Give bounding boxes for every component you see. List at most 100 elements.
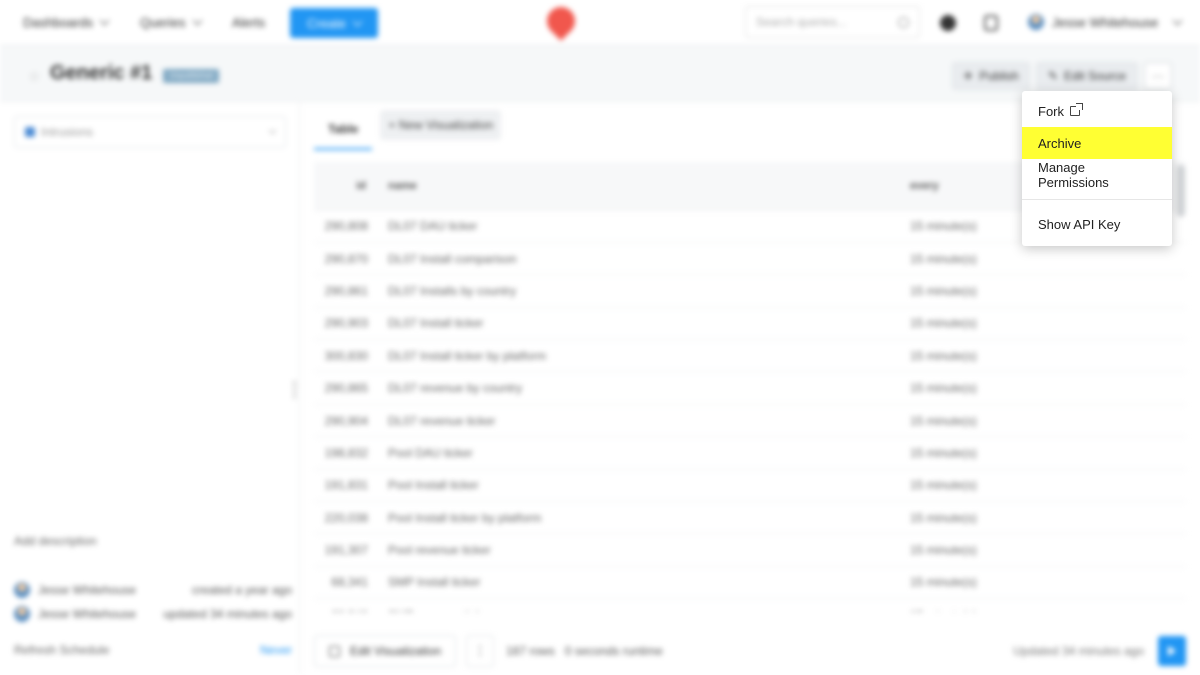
table-row: 300,830 DL07 Install ticker by platform 15… <box>314 339 1186 372</box>
execute-button[interactable] <box>1158 636 1186 666</box>
more-options-button[interactable]: ··· <box>1144 62 1172 90</box>
cell-name: SMP revenue ticker <box>386 598 910 612</box>
cell-id: 290,903 <box>314 306 386 340</box>
avatar <box>14 606 30 622</box>
updated-timestamp: Updated 34 minutes ago <box>1013 644 1144 658</box>
history-user: Jesse Whitehouse <box>38 607 137 621</box>
cell-name: DL07 Install comparison <box>386 241 910 275</box>
table-row: 290,904 DL07 revenue ticker 15 minute(s) <box>314 403 1186 437</box>
cell-name: DL07 DAU ticker <box>386 209 910 243</box>
redash-logo-icon[interactable] <box>541 1 581 41</box>
cell-id: 290,870 <box>314 241 386 275</box>
edit-source-label: Edit Source <box>1064 69 1127 83</box>
nav-dashboards-label: Dashboards <box>23 15 94 30</box>
cell-every: 15 minute(s) <box>910 241 1186 275</box>
table-row: 220,038 Pool Install ticker by platform 15… <box>314 501 1186 534</box>
table-row: 290,861 DL07 Installs by country 15 minute… <box>314 274 1186 308</box>
chevron-down-icon <box>192 15 202 26</box>
chevron-down-icon <box>1172 15 1183 25</box>
edit-visualization-button[interactable]: Edit Visualization <box>314 635 457 667</box>
cell-id: 198,832 <box>314 436 386 470</box>
cell-every: 15 minute(s) <box>910 306 1186 340</box>
cell-every: 15 minute(s) <box>910 339 1186 372</box>
tab-table[interactable]: Table <box>314 110 373 150</box>
publish-button[interactable]: ✈ Publish <box>952 62 1030 90</box>
table-row: 68,340SMP revenue ticker15 minute(s) <box>314 598 1186 612</box>
column-header-id[interactable]: id <box>314 162 386 210</box>
scrollbar[interactable] <box>1177 165 1185 217</box>
cell-id: 300,830 <box>314 339 386 372</box>
history-meta: updated 34 minutes ago <box>163 607 292 621</box>
edit-source-button[interactable]: ✎ Edit Source <box>1036 62 1138 90</box>
cell-name: DL07 revenue ticker <box>386 403 910 437</box>
column-header-name[interactable]: name <box>386 162 910 210</box>
cell-every: 15 minute(s) <box>910 565 1186 599</box>
results-footer: Edit Visualization ⋮ 187 rows 0 seconds … <box>300 625 1200 675</box>
create-button[interactable]: Create <box>290 8 378 38</box>
search-input[interactable]: Search queries... <box>745 6 920 38</box>
cell-name: Pool revenue ticker <box>386 533 910 567</box>
menu-item-archive[interactable]: Archive <box>1022 127 1172 159</box>
search-icon <box>898 16 909 28</box>
settings-icon[interactable] <box>984 15 998 31</box>
page-header: ☆ Generic #1 Unpublished ✈ Publish ✎ Edi… <box>0 46 1200 102</box>
cell-every: 15 minute(s) <box>910 403 1186 437</box>
cell-id: 220,038 <box>314 501 386 534</box>
menu-item-fork[interactable]: Fork <box>1022 95 1172 127</box>
table-row: 68,341 SMP Install ticker 15 minute(s) <box>314 565 1186 599</box>
cell-every: 15 minute(s) <box>910 436 1186 470</box>
cell-every: 15 minute(s) <box>910 371 1186 405</box>
table-row: 198,832 Pool DAU ticker 15 minute(s) <box>314 436 1186 470</box>
page-title[interactable]: Generic #1 <box>50 62 152 85</box>
cell-name: Pool Install ticker <box>386 468 910 502</box>
table-row: 290,870 DL07 Install comparison 15 minute(… <box>314 241 1186 275</box>
chevron-down-icon <box>268 126 277 134</box>
avatar <box>14 582 30 598</box>
menu-item-manage-permissions[interactable]: Manage Permissions <box>1022 159 1172 191</box>
star-icon[interactable]: ☆ <box>28 68 41 85</box>
create-button-label: Create <box>306 15 347 31</box>
menu-item-archive-label: Archive <box>1038 135 1082 151</box>
new-visualization-button[interactable]: + New Visualization <box>380 110 502 140</box>
cell-id: 290,904 <box>314 403 386 437</box>
table-body: 290,808 DL07 DAU ticker 15 minute(s) 290,87… <box>314 209 1186 612</box>
edit-icon <box>329 645 340 657</box>
data-source-icon <box>25 127 35 137</box>
avatar <box>1028 14 1044 30</box>
refresh-schedule-value[interactable]: Never <box>260 643 292 657</box>
help-icon[interactable] <box>940 15 956 31</box>
cell-every: 15 minute(s) <box>910 501 1186 534</box>
app-window: Dashboards Queries Alerts Create Search … <box>0 0 1200 675</box>
visualization-tabs: Table + New Visualization <box>314 110 502 150</box>
history-meta: created a year ago <box>191 583 292 597</box>
more-options-menu: Fork Archive Manage Permissions Show API… <box>1022 91 1172 246</box>
cell-id: 290,865 <box>314 371 386 405</box>
menu-item-show-api-key[interactable]: Show API Key <box>1022 208 1172 240</box>
cell-every: 15 minute(s) <box>910 598 1186 612</box>
user-name: Jesse Whitehouse <box>1052 14 1159 30</box>
cell-id: 68,341 <box>314 565 386 599</box>
more-actions-button[interactable]: ⋮ <box>466 635 494 667</box>
resize-handle[interactable] <box>293 381 296 399</box>
data-source-select[interactable]: Intrusions <box>14 116 286 148</box>
user-menu[interactable]: Jesse Whitehouse <box>1028 14 1183 30</box>
add-description-link[interactable]: Add description <box>14 534 97 548</box>
data-source-label: Intrusions <box>41 125 94 139</box>
top-navbar: Dashboards Queries Alerts Create Search … <box>0 0 1200 46</box>
play-icon <box>1168 646 1176 656</box>
runtime: 0 seconds runtime <box>564 644 663 658</box>
row-count: 187 rows <box>506 644 555 658</box>
cell-name: DL07 revenue by country <box>386 371 910 405</box>
refresh-schedule: Refresh Schedule Never <box>14 643 292 657</box>
cell-name: SMP Install ticker <box>386 565 910 599</box>
cell-id: 191,307 <box>314 533 386 567</box>
nav-dashboards[interactable]: Dashboards <box>23 15 110 30</box>
chevron-down-icon <box>99 15 110 26</box>
search-placeholder: Search queries... <box>756 15 847 29</box>
cell-name: DL07 Installs by country <box>386 274 910 308</box>
blurred-background: Dashboards Queries Alerts Create Search … <box>0 0 1200 675</box>
nav-queries[interactable]: Queries <box>140 15 202 30</box>
history-updated: Jesse Whitehouse updated 34 minutes ago <box>14 606 292 622</box>
nav-alerts[interactable]: Alerts <box>232 15 265 30</box>
cell-id: 290,808 <box>314 209 386 243</box>
